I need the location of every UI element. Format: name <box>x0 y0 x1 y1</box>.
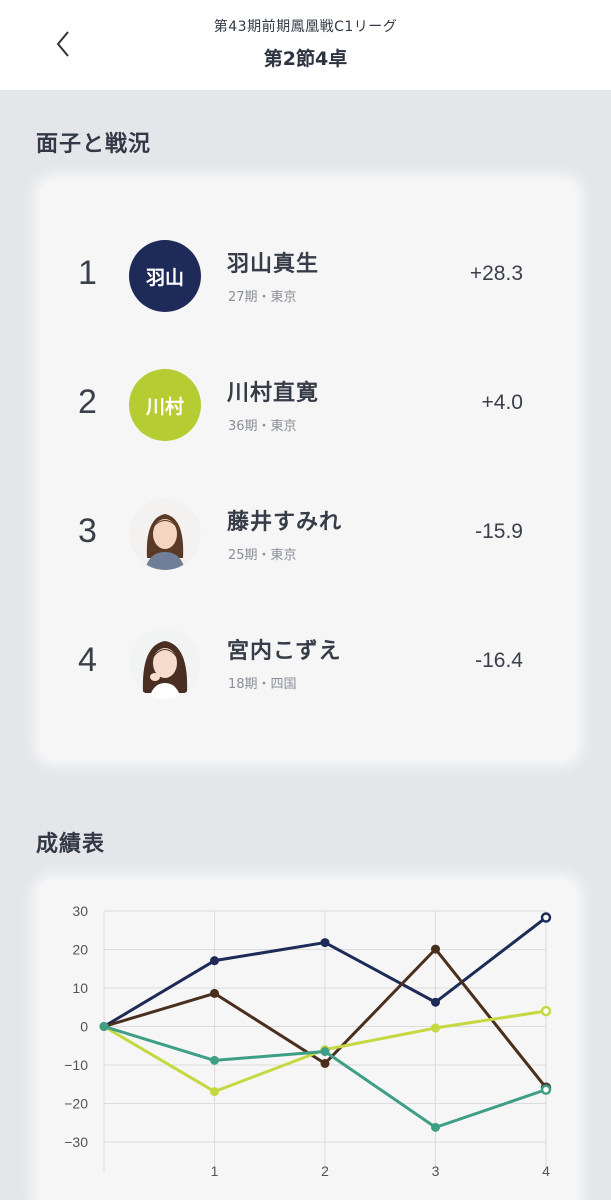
data-point-3-4 <box>540 1084 552 1095</box>
data-point-2-3 <box>431 1023 440 1033</box>
data-point-3-3 <box>431 1122 440 1132</box>
results-line-chart: 30 20 10 0 −10 −20 −30 1 2 3 4 <box>64 903 552 1179</box>
avatar: 羽山 <box>129 240 201 312</box>
standings-card: 1 羽山 羽山真生 27期・東京 +28.3 2 川村 川村直寛 36期・東京 … <box>40 180 577 760</box>
rank-number: 3 <box>78 512 97 550</box>
x-tick-label: 3 <box>432 1163 440 1179</box>
y-tick-label: −20 <box>64 1096 88 1112</box>
avatar-photo <box>129 627 201 699</box>
x-tick-label: 1 <box>211 1163 219 1179</box>
player-row[interactable]: 1 羽山 羽山真生 27期・東京 +28.3 <box>40 240 577 320</box>
player-info: 25期・東京 <box>228 548 297 563</box>
player-row[interactable]: 4 宮内こずえ 18期・四国 -16.4 <box>40 627 577 707</box>
player-name: 川村直寛 <box>227 381 320 406</box>
rank-number: 1 <box>78 254 97 292</box>
y-tick-label: −10 <box>64 1057 88 1073</box>
y-tick-label: 10 <box>72 980 88 996</box>
player-name: 宮内こずえ <box>227 639 342 664</box>
player-score: +4.0 <box>481 391 523 414</box>
top-bar: 第43期前期鳳凰戦C1リーグ 第2節4卓 <box>0 0 611 90</box>
player-info: 36期・東京 <box>228 419 297 434</box>
player-score: -16.4 <box>475 649 523 672</box>
league-name: 第43期前期鳳凰戦C1リーグ <box>213 19 398 35</box>
data-point-3-2 <box>320 1047 330 1057</box>
player-info: 27期・東京 <box>228 290 297 305</box>
data-point-0-4 <box>540 912 552 923</box>
data-point-0-2 <box>320 938 330 948</box>
data-point-1-3 <box>431 944 440 954</box>
section-title-standings: 面子と戦況 <box>36 132 152 157</box>
data-point-1-1 <box>210 988 219 998</box>
avatar: 川村 <box>129 369 201 441</box>
x-tick-label: 4 <box>542 1163 550 1179</box>
avatar-photo <box>129 498 201 570</box>
page-title: 第2節4卓 <box>263 48 348 70</box>
player-row[interactable]: 3 藤井すみれ 25期・東京 -15.9 <box>40 498 577 578</box>
section-title-results: 成績表 <box>36 832 106 857</box>
y-tick-label: 20 <box>72 942 88 958</box>
data-point-0-3 <box>431 997 440 1007</box>
y-tick-label: 0 <box>80 1019 88 1035</box>
results-chart-card: 30 20 10 0 −10 −20 −30 1 2 3 4 <box>38 880 577 1200</box>
player-name: 羽山真生 <box>227 252 320 277</box>
x-tick-label: 2 <box>321 1163 329 1179</box>
data-point-1-2 <box>320 1058 330 1068</box>
portrait-icon <box>129 498 201 570</box>
data-point-0-1 <box>210 956 219 966</box>
data-point-3-1 <box>210 1055 219 1065</box>
player-score: -15.9 <box>475 520 523 543</box>
player-row[interactable]: 2 川村 川村直寛 36期・東京 +4.0 <box>40 369 577 449</box>
y-tick-label: −30 <box>64 1134 88 1150</box>
data-point-3-0 <box>99 1022 109 1031</box>
data-point-2-1 <box>210 1087 219 1097</box>
rank-number: 4 <box>78 641 97 679</box>
player-name: 藤井すみれ <box>227 510 343 535</box>
rank-number: 2 <box>78 383 97 421</box>
data-point-2-4 <box>540 1005 552 1017</box>
player-info: 18期・四国 <box>228 677 297 692</box>
portrait-icon <box>129 627 201 699</box>
player-score: +28.3 <box>469 262 523 285</box>
y-tick-label: 30 <box>72 903 88 919</box>
